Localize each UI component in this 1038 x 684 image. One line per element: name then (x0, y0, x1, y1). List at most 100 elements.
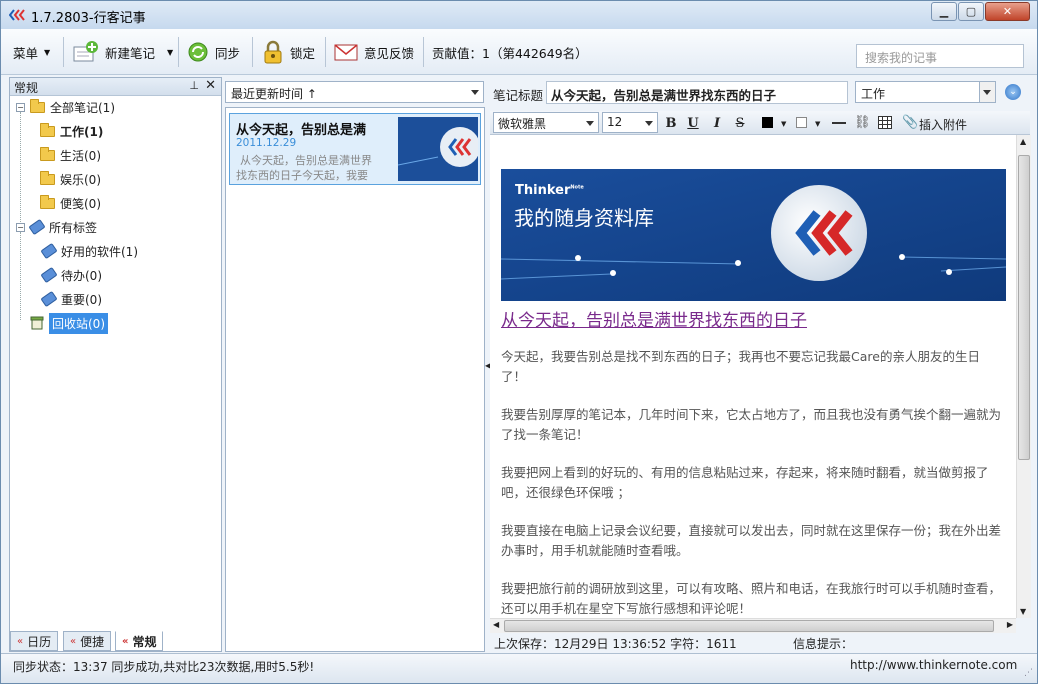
strikethrough-button[interactable]: S (731, 114, 749, 132)
title-bar: 1.7.2803-行客记事 ▁ ▢ ✕ (1, 1, 1037, 29)
tab-calendar[interactable]: « 日历 (10, 631, 59, 651)
chevron-down-icon[interactable]: ▼ (781, 120, 786, 128)
tab-label: 日历 (27, 634, 52, 649)
tree-item-label: 生活(0) (60, 148, 101, 163)
sync-icon (188, 42, 208, 62)
tree-item-all-tags[interactable]: − 所有标签 (16, 216, 97, 238)
underline-button[interactable]: U (684, 114, 702, 132)
scroll-left-icon[interactable]: ◀ (493, 620, 499, 629)
tree-item-folder-memo[interactable]: 便笺(0) (40, 192, 101, 214)
lock-label: 锁定 (290, 45, 316, 61)
horizontal-rule-icon[interactable] (832, 122, 846, 124)
folder-icon (40, 146, 55, 161)
sync-button[interactable]: 同步 (187, 39, 240, 65)
pin-icon[interactable]: ⊥ (189, 79, 199, 92)
paperclip-icon[interactable]: 📎 (902, 115, 918, 130)
title-label: 笔记标题 (493, 88, 544, 103)
sidebar-header: 常规 ⊥ ✕ (10, 78, 221, 96)
folder-icon (40, 170, 55, 185)
collapse-icon[interactable]: − (16, 222, 25, 232)
lock-button[interactable]: 锁定 (262, 39, 315, 65)
close-button[interactable]: ✕ (985, 2, 1030, 21)
tab-general[interactable]: « 常规 (115, 631, 164, 651)
tree-item-label: 娱乐(0) (60, 172, 101, 187)
note-paragraph: 我要直接在电脑上记录会议纪要，直接就可以发出去，同时就在这里保存一份；我在外出差… (501, 523, 1002, 558)
note-paragraph: 我要把网上看到的好玩的、有用的信息粘贴过来，存起来，将来随时翻看，就当做剪报了吧… (501, 465, 989, 500)
tree-item-tag-todo[interactable]: 待办(0) (40, 264, 102, 286)
text-color-button[interactable] (762, 117, 773, 128)
highlight-color-button[interactable] (796, 117, 807, 128)
feedback-button[interactable]: 意见反馈 (334, 39, 414, 65)
note-item-preview: 找东西的日子今天起，我要 (236, 169, 368, 182)
status-bar: 同步状态：13:37 同步成功,共对比23次数据,用时5.5秒! http://… (1, 653, 1037, 683)
tree-item-tag-important[interactable]: 重要(0) (40, 288, 102, 310)
chevron-down-icon (645, 121, 653, 126)
toolbar-divider (423, 37, 424, 67)
tree-item-trash[interactable]: 回收站(0) (30, 312, 108, 334)
bold-button[interactable]: B (662, 114, 680, 132)
scrollbar-thumb[interactable] (504, 620, 994, 632)
tree-item-folder-entertainment[interactable]: 娱乐(0) (40, 168, 101, 190)
scroll-down-icon[interactable]: ▼ (1020, 607, 1026, 616)
note-heading-link[interactable]: 从今天起，告别总是满世界找东西的日子 (501, 306, 807, 331)
tree-item-folder-life[interactable]: 生活(0) (40, 144, 101, 166)
new-note-button[interactable]: 新建笔记 ▼ (73, 39, 173, 65)
tag-icon (40, 266, 58, 284)
tree-item-all-notes[interactable]: − 全部笔记(1) (16, 96, 115, 118)
expand-options-icon[interactable]: ⌄ (1005, 84, 1021, 100)
category-select[interactable]: 工作 (855, 81, 996, 103)
menu-button[interactable]: 菜单 ▼ (13, 39, 50, 65)
close-icon: ✕ (1002, 5, 1013, 18)
minimize-icon: ▁ (939, 5, 949, 18)
tree-item-folder-work[interactable]: 工作(1) (40, 120, 103, 142)
link-icon[interactable]: ⛓ (854, 115, 871, 130)
note-editor[interactable]: ThinkerNote 我的随身资料库 从今天起，告别总是满世界找东西的日子 今… (490, 135, 1016, 618)
sync-status-text: 同步状态：13:37 同步成功,共对比23次数据,用时5.5秒! (13, 660, 315, 674)
tree-item-label: 回收站(0) (49, 312, 108, 334)
note-list (225, 107, 485, 652)
new-note-label: 新建笔记 (105, 45, 156, 61)
chevron-down-icon (586, 121, 594, 126)
resize-grip-icon[interactable]: ⋰ (1024, 668, 1033, 678)
tree-item-tag-useful-software[interactable]: 好用的软件(1) (40, 240, 138, 262)
folder-icon (40, 194, 55, 209)
sort-dropdown[interactable]: 最近更新时间 ↑ (225, 81, 484, 103)
insert-attachment-button[interactable]: 插入附件 (919, 116, 967, 133)
window-title: 1.7.2803-行客记事 (31, 11, 146, 26)
table-icon[interactable] (878, 116, 892, 129)
font-size-select[interactable]: 12 (602, 112, 658, 133)
horizontal-scrollbar[interactable]: ◀ ▶ (490, 618, 1016, 633)
tree-item-label: 全部笔记(1) (50, 100, 115, 115)
website-link[interactable]: http://www.thinkernote.com (850, 658, 1017, 672)
note-title-input[interactable]: 从今天起，告别总是满世界找东西的日子 (546, 81, 848, 104)
scrollbar-thumb[interactable] (1018, 155, 1030, 460)
app-logo-icon (9, 9, 25, 21)
note-list-item[interactable]: 从今天起，告别总是满 2011.12.29 从今天起，告别总是满世界 找东西的日… (229, 113, 481, 185)
note-item-date: 2011.12.29 (236, 137, 297, 149)
chevron-down-icon[interactable]: ▼ (815, 120, 820, 128)
collapse-icon[interactable]: − (16, 102, 25, 112)
sort-label: 最近更新时间 ↑ (231, 87, 317, 101)
sidebar-title: 常规 (14, 81, 39, 95)
envelope-icon (334, 44, 358, 61)
folder-icon (30, 98, 45, 113)
app-window: 1.7.2803-行客记事 ▁ ▢ ✕ 菜单 ▼ 新建笔记 ▼ 同步 锁定 意见… (0, 0, 1038, 684)
scroll-up-icon[interactable]: ▲ (1020, 137, 1026, 146)
font-family-select[interactable]: 微软雅黑 (493, 112, 599, 133)
search-input[interactable]: 搜索我的记事 (856, 44, 1024, 68)
vertical-scrollbar[interactable]: ▲ ▼ (1016, 135, 1031, 618)
trash-icon (30, 316, 44, 330)
new-note-icon (73, 41, 98, 62)
toolbar-divider (178, 37, 179, 67)
maximize-button[interactable]: ▢ (958, 2, 984, 21)
tab-label: 常规 (132, 634, 157, 649)
toolbar-divider (63, 37, 64, 67)
tab-shortcut[interactable]: « 便捷 (63, 631, 112, 651)
close-icon[interactable]: ✕ (205, 78, 216, 93)
contribution-text: 贡献值：1（第442649名） (432, 45, 588, 61)
note-paragraph: 我要把旅行前的调研放到这里，可以有攻略、照片和电话，在我旅行时可以手机随时查看，… (501, 581, 1002, 616)
scroll-right-icon[interactable]: ▶ (1007, 620, 1013, 629)
chevron-down-icon: ▼ (44, 47, 51, 57)
italic-button[interactable]: I (708, 114, 726, 132)
minimize-button[interactable]: ▁ (931, 2, 957, 21)
